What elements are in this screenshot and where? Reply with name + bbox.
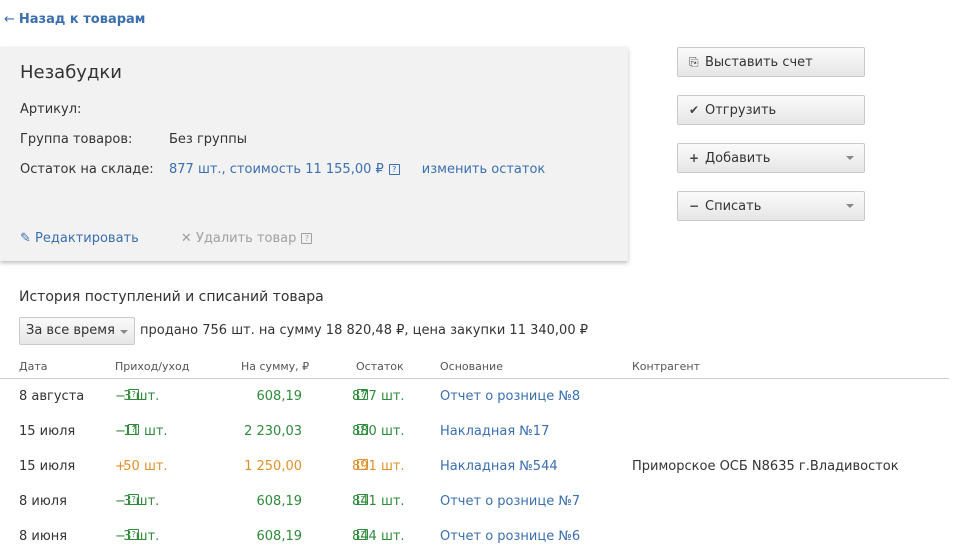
delete-label: Удалить товар [195, 231, 297, 246]
row-date: 8 августа [19, 389, 85, 404]
col-move: Приход/уход [115, 360, 190, 373]
product-title: Незабудки [20, 62, 122, 83]
help-icon[interactable]: ? [128, 389, 140, 400]
stock-value-link[interactable]: 877 шт., стоимость 11 155,00 ₽ [169, 162, 384, 177]
ship-icon: ✔ [689, 103, 700, 117]
pencil-icon: ✎ [20, 231, 31, 246]
col-sum: На сумму, ₽ [241, 360, 310, 373]
help-icon[interactable]: ? [301, 233, 313, 244]
chevron-down-icon [120, 330, 128, 334]
table-row: 15 июля + 50 шт. 1 250,00 891 шт.? Накла… [19, 459, 899, 474]
stock-label: Остаток на складе: [20, 162, 154, 177]
row-base-link[interactable]: Отчет о рознице №8 [440, 389, 580, 404]
help-icon[interactable]: ? [388, 164, 400, 175]
change-stock-link[interactable]: изменить остаток [422, 162, 546, 177]
ship-label: Отгрузить [705, 102, 777, 118]
invoice-button[interactable]: ⎘ Выставить счет [677, 47, 865, 77]
add-label: Добавить [705, 150, 771, 166]
row-move: − 11 шт.? [115, 424, 168, 439]
ship-button[interactable]: ✔ Отгрузить [677, 95, 865, 125]
help-icon[interactable]: ? [128, 529, 140, 540]
delete-product-link[interactable]: ✕ Удалить товар? [180, 231, 313, 246]
table-row: 8 июня − 3 шт.? 608,19 844 шт.? Отчет о … [19, 529, 581, 544]
row-date: 8 июля [19, 494, 67, 509]
row-base-link[interactable]: Накладная №544 [440, 459, 558, 474]
row-sum: 608,19 [256, 389, 303, 404]
row-sum: 608,19 [256, 529, 303, 544]
article-row: Артикул: [20, 102, 169, 117]
minus-icon: − [689, 199, 700, 213]
history-summary: продано 756 шт. на сумму 18 820,48 ₽, це… [140, 323, 588, 338]
col-date: Дата [19, 360, 48, 373]
row-sum: 2 230,03 [244, 424, 302, 439]
row-base-link[interactable]: Отчет о рознице №7 [440, 494, 580, 509]
row-sum: 608,19 [256, 494, 303, 509]
history-table-header: Дата Приход/уход На сумму, ₽ Остаток Осн… [0, 360, 949, 379]
close-icon: ✕ [180, 231, 192, 246]
row-party: Приморское ОСБ N8635 г.Владивосток [632, 459, 899, 474]
history-title: История поступлений и списаний товара [19, 289, 324, 305]
col-base: Основание [440, 360, 503, 373]
row-move: − 3 шт.? [115, 494, 160, 509]
help-icon[interactable]: ? [128, 424, 140, 435]
row-move: + 50 шт. [115, 459, 168, 474]
col-party: Контрагент [632, 360, 701, 373]
table-row: 8 августа − 3 шт.? 608,19 877 шт.? Отчет… [19, 389, 581, 404]
row-date: 8 июня [19, 529, 68, 544]
article-label: Артикул: [20, 102, 82, 117]
edit-label: Редактировать [35, 231, 139, 246]
period-value: За все время [26, 323, 115, 338]
row-date: 15 июля [19, 424, 76, 439]
help-icon[interactable]: ? [357, 389, 368, 400]
period-select[interactable]: За все время [19, 317, 135, 345]
help-icon[interactable]: ? [128, 494, 140, 505]
product-card: Незабудки Артикул: Группа товаров: Без гр… [0, 47, 628, 261]
writeoff-label: Списать [705, 198, 762, 214]
edit-product-link[interactable]: ✎ Редактировать [20, 231, 139, 246]
plus-icon: + [689, 151, 700, 165]
row-sum: 1 250,00 [244, 459, 302, 474]
invoice-label: Выставить счет [705, 54, 813, 70]
writeoff-button[interactable]: − Списать [677, 191, 865, 221]
add-button[interactable]: + Добавить [677, 143, 865, 173]
row-date: 15 июля [19, 459, 76, 474]
chevron-down-icon [846, 204, 854, 208]
row-move: − 3 шт.? [115, 529, 160, 544]
help-icon[interactable]: ? [357, 459, 368, 470]
chevron-down-icon [846, 156, 854, 160]
col-rest: Остаток [356, 360, 404, 373]
group-value: Без группы [169, 132, 247, 147]
arrow-left-icon: ← [4, 12, 15, 27]
back-to-products-link[interactable]: ← Назад к товарам [4, 12, 145, 27]
help-icon[interactable]: ? [357, 424, 368, 435]
row-base-link[interactable]: Отчет о рознице №6 [440, 529, 580, 544]
help-icon[interactable]: ? [357, 529, 368, 540]
table-row: 15 июля − 11 шт.? 2 230,03 880 шт.? Накл… [19, 424, 550, 439]
table-row: 8 июля − 3 шт.? 608,19 841 шт.? Отчет о … [19, 494, 581, 509]
card-actions: ✎ Редактировать ✕ Удалить товар? [20, 231, 313, 246]
back-label: Назад к товарам [18, 12, 146, 27]
group-row: Группа товаров: Без группы [20, 132, 247, 147]
help-icon[interactable]: ? [357, 494, 368, 505]
invoice-icon: ⎘ [689, 54, 699, 69]
row-move: − 3 шт.? [115, 389, 160, 404]
stock-row: Остаток на складе: 877 шт., стоимость 11 … [20, 162, 545, 177]
group-label: Группа товаров: [20, 132, 133, 147]
row-base-link[interactable]: Накладная №17 [440, 424, 549, 439]
